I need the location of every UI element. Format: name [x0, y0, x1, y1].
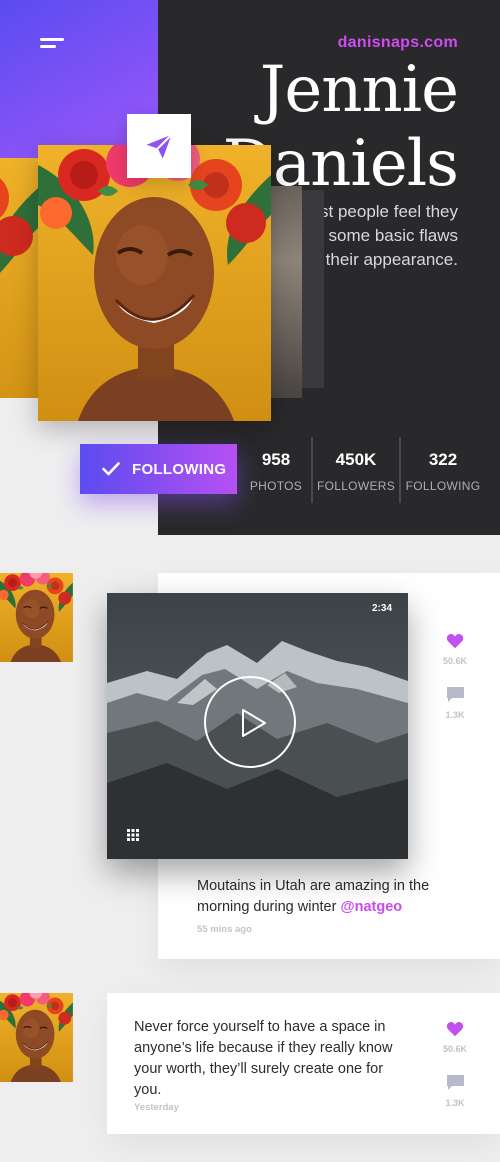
gallery-photo-prev[interactable] [0, 158, 38, 398]
post-timestamp: 55 mins ago [197, 924, 252, 935]
stat-value: 322 [428, 450, 458, 469]
gallery-photo-next[interactable] [270, 186, 302, 398]
video-player[interactable]: 2:34 [107, 593, 408, 859]
post-caption: Never force yourself to have a space in … [134, 1019, 393, 1098]
like-count: 50.6K [442, 656, 468, 666]
stat-value: 450K [335, 450, 377, 469]
site-link[interactable]: danisnaps.com [338, 34, 458, 52]
following-button-label: FOLLOWING [132, 460, 227, 478]
stat-label: PHOTOS [249, 479, 303, 493]
profile-photo [38, 145, 271, 421]
video-duration: 2:34 [371, 603, 392, 614]
message-button[interactable] [127, 114, 191, 178]
stat-label: FOLLOWING [405, 479, 481, 493]
grid-icon[interactable] [127, 829, 139, 841]
comment-button[interactable]: 1.3K [440, 687, 470, 720]
check-icon [102, 462, 120, 476]
heart-icon [446, 1022, 464, 1037]
comment-icon [446, 687, 464, 702]
like-count: 50.6K [442, 1044, 468, 1054]
avatar[interactable] [0, 993, 89, 1082]
post-card: Never force yourself to have a space in … [107, 993, 500, 1134]
play-icon [242, 709, 266, 737]
mention-link[interactable]: @natgeo [340, 899, 402, 915]
comment-count: 1.3K [445, 710, 465, 720]
stat-photos[interactable]: 958 PHOTOS [232, 450, 320, 493]
like-button[interactable]: 50.6K [440, 1021, 470, 1054]
post-timestamp: Yesterday [134, 1102, 179, 1113]
comment-count: 1.3K [445, 1098, 465, 1108]
play-button[interactable] [204, 676, 296, 768]
heart-icon [446, 634, 464, 649]
menu-icon[interactable] [40, 38, 66, 54]
gallery-photo-next-2[interactable] [302, 190, 324, 388]
send-icon [146, 134, 173, 159]
stat-following[interactable]: 322 FOLLOWING [399, 450, 487, 493]
profile-first-name: Jennie [259, 53, 459, 127]
following-button[interactable]: FOLLOWING [80, 444, 237, 494]
comment-icon [446, 1075, 464, 1090]
avatar[interactable] [0, 573, 89, 662]
stat-label: FOLLOWERS [316, 479, 396, 493]
like-button[interactable]: 50.6K [440, 633, 470, 666]
stat-value: 958 [261, 450, 291, 469]
post-caption: Moutains in Utah are amazing in the morn… [197, 876, 457, 918]
comment-button[interactable]: 1.3K [440, 1075, 470, 1108]
stat-followers[interactable]: 450K FOLLOWERS [312, 450, 400, 493]
